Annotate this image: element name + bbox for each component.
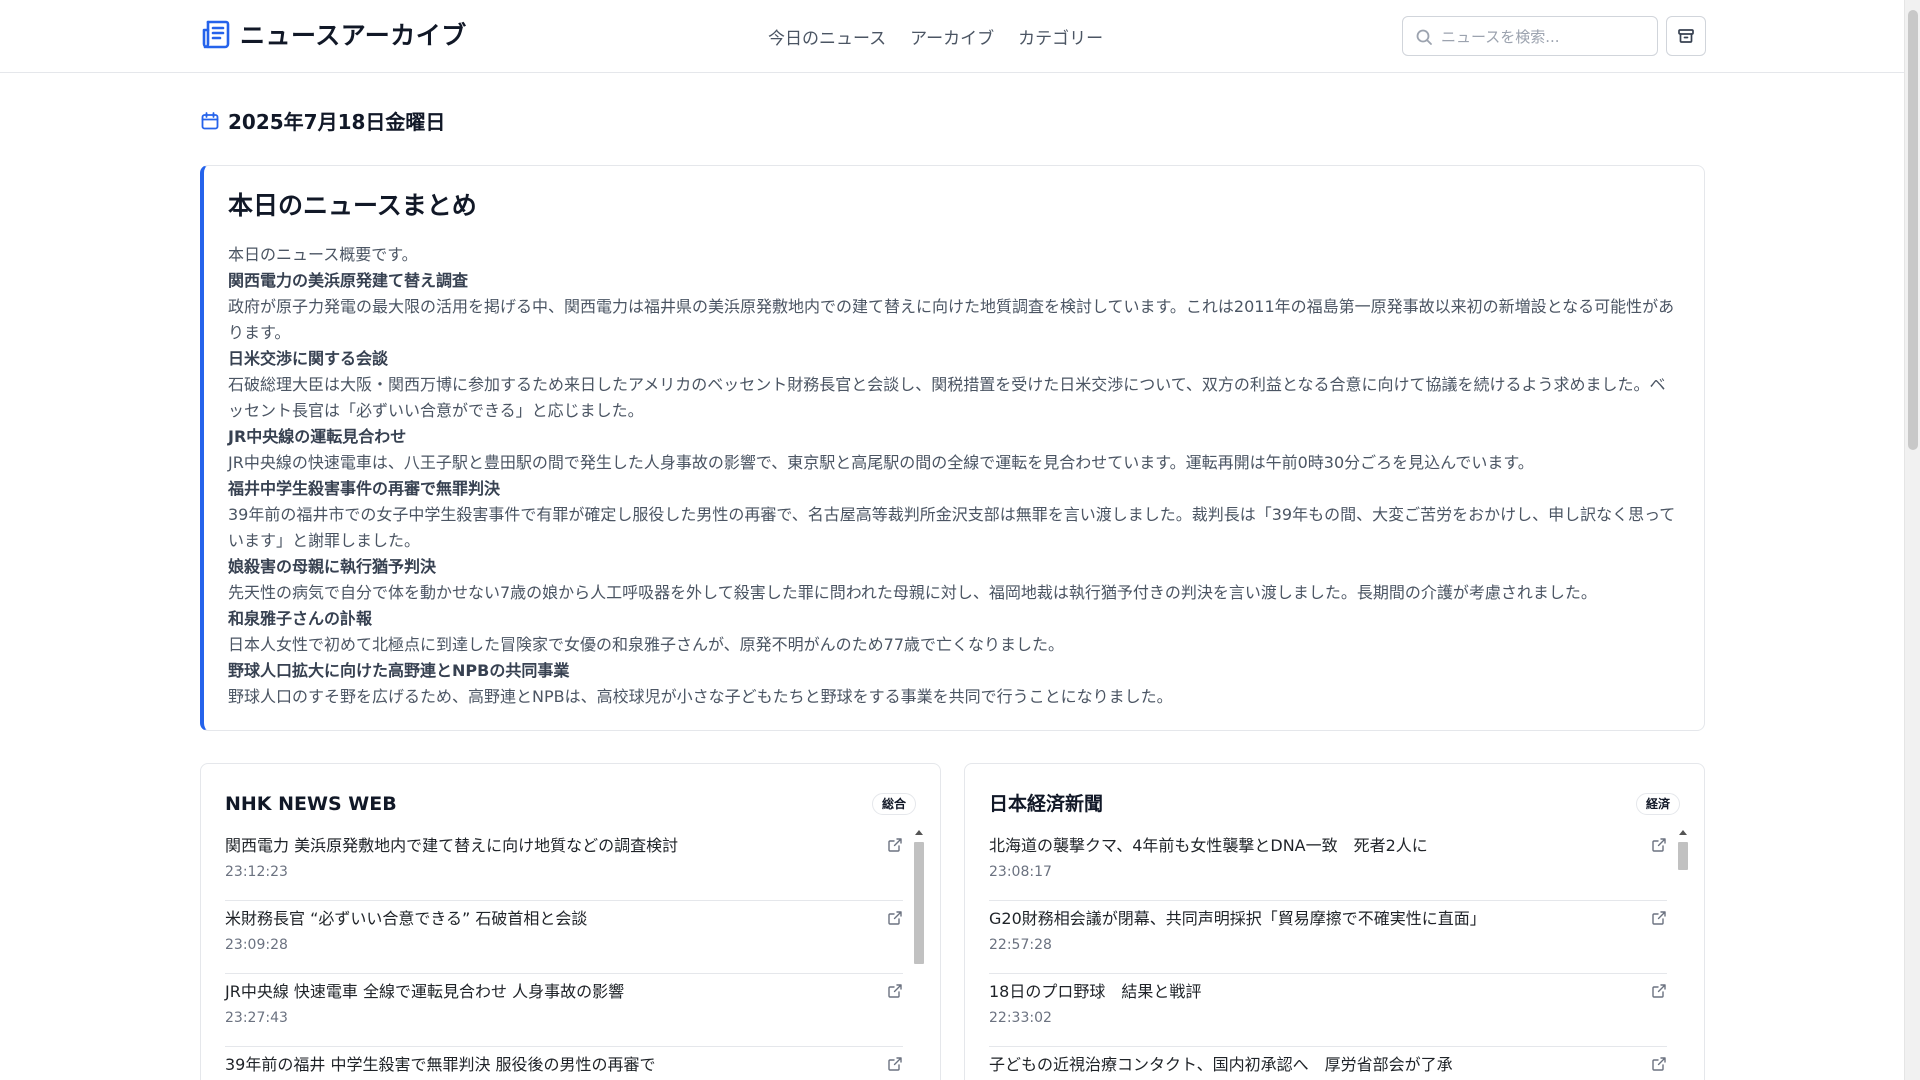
daily-summary-card: 本日のニュースまとめ 本日のニュース概要です。 関西電力の美浜原発建て替え調査 … <box>200 165 1705 731</box>
article-time: 22:33:02 <box>989 1010 1052 1026</box>
summary-intro: 本日のニュース概要です。 <box>228 245 418 264</box>
brand[interactable]: ニュースアーカイブ <box>200 16 467 52</box>
calendar-icon <box>201 111 219 129</box>
article-title[interactable]: 子どもの近視治療コンタクト、国内初承認へ 厚労省部会が了承 <box>989 1053 1667 1077</box>
page-scrollbar-thumb[interactable] <box>1908 10 1918 450</box>
article-title[interactable]: 18日のプロ野球 結果と戦評 <box>989 980 1667 1004</box>
external-link-icon[interactable] <box>1651 1056 1667 1072</box>
date-heading: 2025年7月18日金曜日 <box>200 106 445 135</box>
external-link-icon[interactable] <box>1651 983 1667 999</box>
article-list: 関西電力 美浜原発敷地内で建て替えに向け地質などの調査検討 23:12:23 米… <box>225 828 903 1080</box>
article-title[interactable]: 関西電力 美浜原発敷地内で建て替えに向け地質などの調査検討 <box>225 834 903 858</box>
article-title[interactable]: 39年前の福井 中学生殺害で無罪判決 服役後の男性の再審で <box>225 1053 903 1077</box>
summary-item-title: 野球人口拡大に向けた高野連とNPBの共同事業 <box>228 661 570 680</box>
main-nav: 今日のニュース アーカイブ カテゴリー <box>768 24 1103 49</box>
article-item[interactable]: 米財務長官 “必ずいい合意できる” 石破首相と会談 23:09:28 <box>225 901 903 974</box>
article-list: 北海道の襲撃クマ、4年前も女性襲撃とDNA一致 死者2人に 23:08:17 G… <box>989 828 1667 1080</box>
article-item[interactable]: JR中央線 快速電車 全線で運転見合わせ 人身事故の影響 23:27:43 <box>225 974 903 1047</box>
summary-item-text: 野球人口のすそ野を広げるため、高野連とNPBは、高校球児が小さな子どもたちと野球… <box>228 687 1173 706</box>
article-time: 22:57:28 <box>989 937 1052 953</box>
summary-item-text: 先天性の病気で自分で体を動かせない7歳の娘から人工呼吸器を外して殺害した罪に問わ… <box>228 583 1597 602</box>
article-time: 23:12:23 <box>225 864 288 880</box>
scrollbar-thumb[interactable] <box>914 842 924 964</box>
category-badge: 総合 <box>871 793 916 815</box>
summary-item-title: 娘殺害の母親に執行猶予判決 <box>228 557 437 576</box>
article-item[interactable]: 39年前の福井 中学生殺害で無罪判決 服役後の男性の再審で <box>225 1047 903 1080</box>
source-card-header: 日本経済新聞 経済 <box>989 790 1680 818</box>
summary-heading: 本日のニュースまとめ <box>228 191 477 220</box>
summary-item-text: 政府が原子力発電の最大限の活用を掲げる中、関西電力は福井県の美浜原発敷地内での建… <box>228 297 1675 342</box>
summary-item-title: 関西電力の美浜原発建て替え調査 <box>228 271 469 290</box>
search-box[interactable] <box>1402 16 1658 56</box>
article-time: 23:08:17 <box>989 864 1052 880</box>
source-card-header: NHK NEWS WEB 総合 <box>225 790 916 818</box>
source-name: NHK NEWS WEB <box>225 793 397 815</box>
page-scrollbar[interactable] <box>1904 0 1920 1080</box>
article-item[interactable]: 子どもの近視治療コンタクト、国内初承認へ 厚労省部会が了承 <box>989 1047 1667 1080</box>
external-link-icon[interactable] <box>887 1056 903 1072</box>
article-item[interactable]: G20財務相会議が閉幕、共同声明採択「貿易摩擦で不確実性に直面」 22:57:2… <box>989 901 1667 974</box>
search-input[interactable] <box>1441 25 1649 49</box>
summary-item-title: 日米交渉に関する会談 <box>228 349 389 368</box>
source-name: 日本経済新聞 <box>989 793 1104 815</box>
newspaper-icon <box>202 20 230 49</box>
article-title[interactable]: JR中央線 快速電車 全線で運転見合わせ 人身事故の影響 <box>225 980 903 1004</box>
nav-archive[interactable]: アーカイブ <box>910 24 994 49</box>
article-title[interactable]: 北海道の襲撃クマ、4年前も女性襲撃とDNA一致 死者2人に <box>989 834 1667 858</box>
external-link-icon[interactable] <box>887 837 903 853</box>
summary-item-text: JR中央線の快速電車は、八王子駅と豊田駅の間で発生した人身事故の影響で、東京駅と… <box>228 453 1534 472</box>
scrollbar-thumb[interactable] <box>1678 842 1688 870</box>
nav-today-news[interactable]: 今日のニュース <box>768 24 886 49</box>
summary-item-text: 日本人女性で初めて北極点に到達した冒険家で女優の和泉雅子さんが、原発不明がんのた… <box>228 635 1065 654</box>
top-navigation-bar: ニュースアーカイブ 今日のニュース アーカイブ カテゴリー <box>0 0 1904 73</box>
article-item[interactable]: 関西電力 美浜原発敷地内で建て替えに向け地質などの調査検討 23:12:23 <box>225 828 903 901</box>
current-date: 2025年7月18日金曜日 <box>228 110 446 134</box>
summary-item-title: 和泉雅子さんの訃報 <box>228 609 373 628</box>
article-title[interactable]: 米財務長官 “必ずいい合意できる” 石破首相と会談 <box>225 907 903 931</box>
article-time: 23:09:28 <box>225 937 288 953</box>
archive-button[interactable] <box>1666 16 1706 56</box>
source-card-nhk: NHK NEWS WEB 総合 関西電力 美浜原発敷地内で建て替えに向け地質など… <box>200 763 941 1080</box>
article-item[interactable]: 北海道の襲撃クマ、4年前も女性襲撃とDNA一致 死者2人に 23:08:17 <box>989 828 1667 901</box>
app-title: ニュースアーカイブ <box>240 21 467 50</box>
nav-categories[interactable]: カテゴリー <box>1018 24 1103 49</box>
scroll-up-arrow[interactable] <box>915 830 923 835</box>
external-link-icon[interactable] <box>887 910 903 926</box>
article-item[interactable]: 18日のプロ野球 結果と戦評 22:33:02 <box>989 974 1667 1047</box>
article-list-scrollbar[interactable] <box>912 828 926 1080</box>
article-time: 23:27:43 <box>225 1010 288 1026</box>
external-link-icon[interactable] <box>1651 910 1667 926</box>
article-list-scrollbar[interactable] <box>1676 828 1690 1080</box>
category-badge: 経済 <box>1635 793 1680 815</box>
scroll-up-arrow[interactable] <box>1679 830 1687 835</box>
article-title[interactable]: G20財務相会議が閉幕、共同声明採択「貿易摩擦で不確実性に直面」 <box>989 907 1667 931</box>
external-link-icon[interactable] <box>887 983 903 999</box>
source-card-nikkei: 日本経済新聞 経済 北海道の襲撃クマ、4年前も女性襲撃とDNA一致 死者2人に … <box>964 763 1705 1080</box>
search-icon <box>1416 29 1432 45</box>
summary-item-text: 石破総理大臣は大阪・関西万博に参加するため来日したアメリカのベッセント財務長官と… <box>228 375 1666 420</box>
archive-icon <box>1678 29 1694 43</box>
summary-item-text: 39年前の福井市での女子中学生殺害事件で有罪が確定し服役した男性の再審で、名古屋… <box>228 505 1676 550</box>
external-link-icon[interactable] <box>1651 837 1667 853</box>
summary-item-title: 福井中学生殺害事件の再審で無罪判決 <box>228 479 501 498</box>
summary-item-title: JR中央線の運転見合わせ <box>228 427 407 446</box>
summary-body: 本日のニュース概要です。 関西電力の美浜原発建て替え調査 政府が原子力発電の最大… <box>228 242 1680 710</box>
